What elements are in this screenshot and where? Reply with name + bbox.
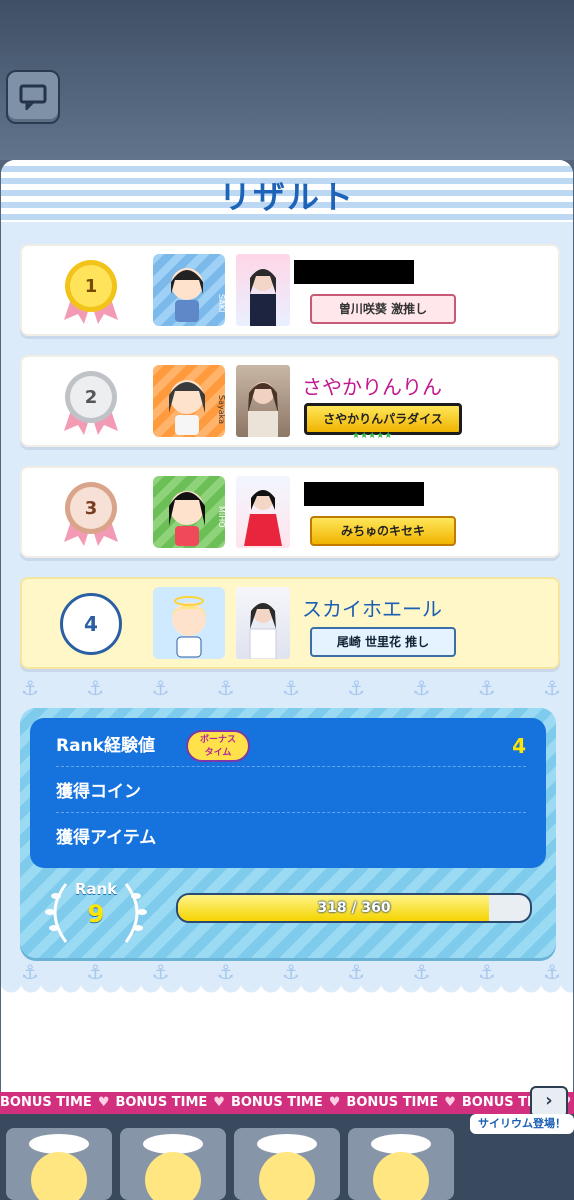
bonus-time-text: BONUS TIME [230, 1095, 323, 1110]
mascot-card[interactable] [120, 1128, 226, 1200]
avatar-chibi: Sayaka [153, 365, 225, 437]
item-label: 獲得アイテム [56, 828, 157, 848]
redacted-name [304, 482, 424, 506]
bonus-time-text: BONUS TIME [0, 1095, 92, 1110]
chevron-right-icon: › [545, 1090, 553, 1111]
wave-divider [1, 982, 573, 1002]
heart-icon: ♥ [213, 1095, 225, 1110]
rank-title: Rank [74, 880, 118, 898]
result-row-2[interactable]: 2 Sayaka さやかりんりん さやかりんパラダイス ★★★★★ [20, 355, 560, 447]
redacted-name [294, 260, 414, 284]
bronze-medal-icon: 3 [64, 482, 118, 546]
player-name: スカイホエール [302, 597, 442, 621]
mascot-card[interactable] [234, 1128, 340, 1200]
chat-icon [19, 84, 47, 110]
svg-text:SAKI: SAKI [217, 294, 225, 312]
player-name: さやかりんりん [302, 375, 442, 399]
star-rating-icon: ★★★★★ [352, 431, 393, 441]
reward-summary: Rank経験値 ボーナス タイム 4 獲得コイン 獲得アイテム Rank 9 31… [20, 708, 556, 958]
panel-title: リザルト [218, 178, 355, 216]
rank-value: 9 [87, 900, 105, 928]
bonus-time-text: BONUS TIME [115, 1095, 208, 1110]
result-row-1[interactable]: 1 SAKI 曽川咲葵 激推し [20, 244, 560, 336]
rank-number: 3 [85, 498, 98, 519]
title-badge: みちゅのキセキ [310, 516, 456, 546]
rank-exp-value: 4 [512, 734, 526, 758]
avatar-chibi: MIHO [153, 476, 225, 548]
result-row-3[interactable]: 3 MIHO みちゅのキセキ [20, 466, 560, 558]
title-badge: 曽川咲葵 激推し [310, 294, 456, 324]
bonus-time-marquee: BONUS TIME ♥ BONUS TIME ♥ BONUS TIME ♥ BONUS T… [0, 1092, 574, 1114]
rank-number: 4 [60, 593, 122, 655]
anchor-pattern-row: ⚓ ⚓ ⚓ ⚓ ⚓ ⚓ ⚓ ⚓ ⚓ [21, 676, 561, 700]
title-badge: 尾崎 世里花 推し [310, 627, 456, 657]
avatar-chibi: SAKI [153, 254, 225, 326]
bonus-time-badge: ボーナス タイム [186, 730, 250, 762]
chat-button[interactable] [6, 70, 60, 124]
mascot-card[interactable] [6, 1128, 112, 1200]
rank-number: 2 [85, 387, 98, 408]
anchor-pattern-row: ⚓ ⚓ ⚓ ⚓ ⚓ ⚓ ⚓ ⚓ ⚓ [21, 960, 561, 984]
result-panel: リザルト ⚓ ⚓ ⚓ ⚓ ⚓ ⚓ ⚓ ⚓ ⚓ ⚓ ⚓ ⚓ ⚓ ⚓ ⚓ ⚓ ⚓ ⚓ 1 SAKI 曽川咲葵 激推し… [1, 160, 573, 1095]
rank-exp-row: Rank経験値 ボーナス タイム 4 [56, 726, 526, 767]
member-photo-card [236, 476, 290, 548]
heart-icon: ♥ [328, 1095, 341, 1110]
member-photo-card [236, 365, 290, 437]
member-photo-card [236, 254, 290, 326]
heart-icon: ♥ [444, 1095, 456, 1110]
svg-text:Sayaka: Sayaka [217, 395, 225, 424]
avatar-chibi [153, 587, 225, 659]
silver-medal-icon: 2 [64, 371, 118, 435]
psyllium-label: サイリウム登場！ [470, 1114, 574, 1134]
bonus-time-text: BONUS TIME [346, 1095, 439, 1110]
reward-list: Rank経験値 ボーナス タイム 4 獲得コイン 獲得アイテム [30, 718, 546, 868]
coin-label: 獲得コイン [56, 782, 141, 802]
rank-exp-label: Rank経験値 [56, 736, 155, 756]
svg-text:MIHO: MIHO [217, 506, 225, 528]
item-row: 獲得アイテム [56, 818, 526, 858]
exp-progress-text: 318 / 360 [317, 900, 391, 916]
exp-progress-bar: 318 / 360 [176, 893, 532, 923]
mascot-card[interactable] [348, 1128, 454, 1200]
gold-medal-icon: 1 [64, 260, 118, 324]
coin-row: 獲得コイン [56, 772, 526, 813]
member-photo-card [236, 587, 290, 659]
heart-icon: ♥ [97, 1095, 110, 1110]
background-top [0, 0, 574, 160]
result-row-4[interactable]: 4 スカイホエール 尾崎 世里花 推し [20, 577, 560, 669]
rank-number: 1 [85, 276, 98, 297]
